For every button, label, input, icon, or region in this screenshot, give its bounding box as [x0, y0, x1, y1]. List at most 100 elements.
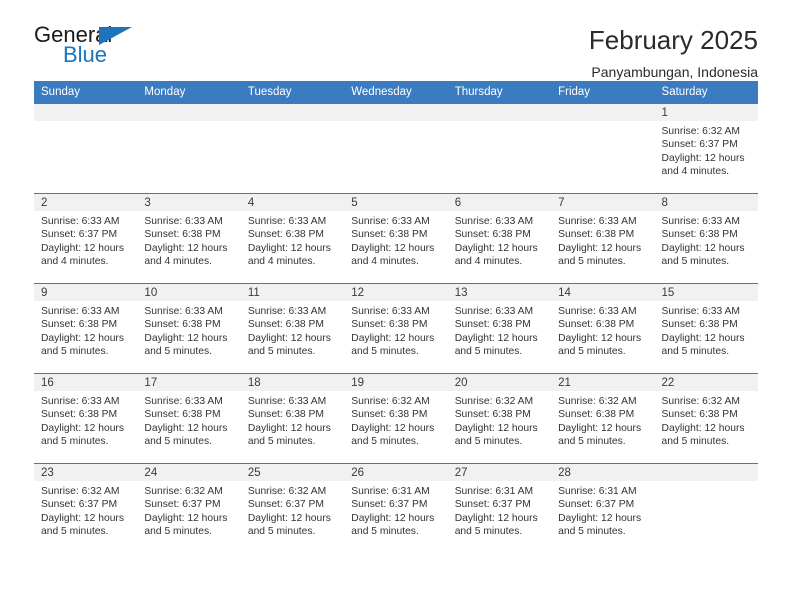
day-sun-info: Sunrise: 6:33 AM Sunset: 6:37 PM Daylight:… — [34, 211, 137, 268]
day-sun-info: Sunrise: 6:32 AM Sunset: 6:37 PM Daylight:… — [34, 481, 137, 538]
day-sun-info: Sunrise: 6:33 AM Sunset: 6:38 PM Daylight:… — [34, 391, 137, 448]
day-sun-info: Sunrise: 6:32 AM Sunset: 6:37 PM Daylight:… — [137, 481, 240, 538]
weekday-header-sunday: Sunday — [34, 81, 138, 104]
calendar-day-cell[interactable]: 10 Sunrise: 6:33 AM Sunset: 6:38 PM Dayligh… — [137, 283, 241, 374]
day-daylight-line2-text: and 5 minutes. — [144, 525, 212, 537]
day-daylight-line2-text: and 5 minutes. — [454, 345, 523, 357]
day-sunset-text: Sunset: 6:38 PM — [454, 409, 531, 421]
calendar-cell-empty — [34, 103, 138, 194]
day-daylight-line1-text: Daylight: 12 hours — [351, 512, 435, 524]
day-daylight-line2-text: and 5 minutes. — [41, 435, 109, 447]
calendar-week-row: 23 Sunrise: 6:32 AM Sunset: 6:37 PM Dayligh… — [34, 463, 758, 554]
day-sunrise-text: Sunrise: 6:31 AM — [454, 486, 534, 497]
day-daylight-line2-text: and 4 minutes. — [247, 255, 316, 267]
weekday-header-row: Sunday Monday Tuesday Wednesday Thursday Frid… — [34, 81, 758, 104]
day-daylight-line2-text: and 4 minutes. — [351, 255, 419, 267]
day-daylight-line1-text: Daylight: 12 hours — [454, 332, 538, 344]
day-sun-info: Sunrise: 6:33 AM Sunset: 6:38 PM Daylight:… — [551, 211, 654, 268]
day-number: 21 — [551, 374, 655, 391]
calendar-day-cell[interactable]: 25 Sunrise: 6:32 AM Sunset: 6:37 PM Dayligh… — [240, 463, 345, 554]
calendar-day-cell[interactable]: 7 Sunrise: 6:33 AM Sunset: 6:38 PM Daylight… — [551, 193, 655, 284]
day-daylight-line2-text: and 4 minutes. — [454, 255, 523, 267]
day-sunrise-text: Sunrise: 6:33 AM — [454, 216, 534, 227]
calendar-day-cell[interactable]: 14 Sunrise: 6:33 AM Sunset: 6:38 PM Dayligh… — [551, 283, 655, 374]
calendar-day-cell[interactable]: 5 Sunrise: 6:33 AM Sunset: 6:38 PM Daylight… — [344, 193, 448, 284]
day-sun-info: Sunrise: 6:33 AM Sunset: 6:38 PM Daylight:… — [137, 211, 240, 268]
calendar-day-cell[interactable]: 21 Sunrise: 6:32 AM Sunset: 6:38 PM Dayligh… — [551, 373, 655, 464]
day-daylight-line1-text: Daylight: 12 hours — [247, 242, 331, 254]
calendar-day-cell[interactable]: 20 Sunrise: 6:32 AM Sunset: 6:38 PM Dayligh… — [447, 373, 552, 464]
calendar-day-cell[interactable]: 13 Sunrise: 6:33 AM Sunset: 6:38 PM Dayligh… — [447, 283, 552, 374]
calendar-day-cell[interactable]: 3 Sunrise: 6:33 AM Sunset: 6:38 PM Daylight… — [137, 193, 241, 284]
calendar-day-cell[interactable]: 16 Sunrise: 6:33 AM Sunset: 6:38 PM Dayligh… — [34, 373, 138, 464]
day-sunrise-text: Sunrise: 6:33 AM — [41, 306, 120, 317]
day-number: 14 — [551, 284, 655, 301]
day-daylight-line2-text: and 5 minutes. — [661, 435, 730, 447]
day-daylight-line1-text: Daylight: 12 hours — [661, 332, 745, 344]
day-daylight-line1-text: Daylight: 12 hours — [41, 512, 124, 524]
day-sunset-text: Sunset: 6:38 PM — [351, 319, 428, 331]
day-daylight-line2-text: and 5 minutes. — [247, 525, 316, 537]
day-daylight-line1-text: Daylight: 12 hours — [558, 242, 642, 254]
day-number — [447, 104, 552, 121]
weekday-header-tuesday: Tuesday — [240, 81, 345, 104]
calendar-day-cell[interactable]: 15 Sunrise: 6:33 AM Sunset: 6:38 PM Dayligh… — [654, 283, 758, 374]
general-blue-logo[interactable]: General Blue — [34, 24, 149, 76]
calendar-day-cell[interactable]: 11 Sunrise: 6:33 AM Sunset: 6:38 PM Dayligh… — [240, 283, 345, 374]
day-sunrise-text: Sunrise: 6:32 AM — [351, 396, 430, 407]
day-number: 12 — [344, 284, 448, 301]
calendar-day-cell[interactable]: 2 Sunrise: 6:33 AM Sunset: 6:37 PM Daylight… — [34, 193, 138, 284]
calendar-day-cell[interactable]: 6 Sunrise: 6:33 AM Sunset: 6:38 PM Daylight… — [447, 193, 552, 284]
calendar-day-cell[interactable]: 4 Sunrise: 6:33 AM Sunset: 6:38 PM Daylight… — [240, 193, 345, 284]
day-sunset-text: Sunset: 6:38 PM — [144, 409, 221, 421]
day-daylight-line1-text: Daylight: 12 hours — [558, 422, 642, 434]
day-sunrise-text: Sunrise: 6:33 AM — [558, 216, 637, 227]
calendar-day-cell[interactable]: 9 Sunrise: 6:33 AM Sunset: 6:38 PM Daylight… — [34, 283, 138, 374]
day-sunrise-text: Sunrise: 6:33 AM — [247, 216, 327, 227]
day-sun-info: Sunrise: 6:33 AM Sunset: 6:38 PM Daylight:… — [34, 301, 137, 358]
calendar-day-cell[interactable]: 19 Sunrise: 6:32 AM Sunset: 6:38 PM Dayligh… — [344, 373, 448, 464]
day-sunset-text: Sunset: 6:38 PM — [41, 409, 118, 421]
day-sunset-text: Sunset: 6:38 PM — [351, 229, 428, 241]
calendar-day-cell[interactable]: 8 Sunrise: 6:33 AM Sunset: 6:38 PM Daylight… — [654, 193, 758, 284]
day-sunset-text: Sunset: 6:38 PM — [454, 319, 531, 331]
day-sunset-text: Sunset: 6:37 PM — [41, 229, 118, 241]
day-number — [137, 104, 241, 121]
day-daylight-line1-text: Daylight: 12 hours — [558, 512, 642, 524]
day-sun-info: Sunrise: 6:33 AM Sunset: 6:38 PM Daylight:… — [241, 301, 344, 358]
calendar-day-cell[interactable]: 26 Sunrise: 6:31 AM Sunset: 6:37 PM Dayligh… — [344, 463, 448, 554]
day-number: 3 — [137, 194, 241, 211]
day-daylight-line1-text: Daylight: 12 hours — [351, 422, 435, 434]
day-daylight-line2-text: and 5 minutes. — [247, 345, 316, 357]
day-daylight-line1-text: Daylight: 12 hours — [144, 242, 228, 254]
day-daylight-line2-text: and 5 minutes. — [558, 435, 626, 447]
day-daylight-line2-text: and 5 minutes. — [351, 525, 419, 537]
page-title: February 2025 — [588, 25, 758, 55]
day-number: 22 — [654, 374, 758, 391]
day-number: 15 — [654, 284, 758, 301]
day-daylight-line2-text: and 4 minutes. — [41, 255, 109, 267]
day-daylight-line1-text: Daylight: 12 hours — [661, 152, 745, 164]
weekday-header-monday: Monday — [137, 81, 241, 104]
calendar-day-cell[interactable]: 18 Sunrise: 6:33 AM Sunset: 6:38 PM Dayligh… — [240, 373, 345, 464]
day-sunrise-text: Sunrise: 6:33 AM — [144, 396, 223, 407]
day-sunset-text: Sunset: 6:38 PM — [247, 319, 324, 331]
day-number: 25 — [240, 464, 345, 481]
calendar-grid: Sunday Monday Tuesday Wednesday Thursday Frid… — [34, 81, 758, 554]
day-number: 11 — [240, 284, 345, 301]
calendar-day-cell[interactable]: 23 Sunrise: 6:32 AM Sunset: 6:37 PM Dayligh… — [34, 463, 138, 554]
day-sun-info: Sunrise: 6:32 AM Sunset: 6:38 PM Daylight:… — [551, 391, 654, 448]
day-number: 27 — [447, 464, 552, 481]
calendar-day-cell[interactable]: 22 Sunrise: 6:32 AM Sunset: 6:38 PM Dayligh… — [654, 373, 758, 464]
day-daylight-line1-text: Daylight: 12 hours — [247, 422, 331, 434]
calendar-day-cell[interactable]: 12 Sunrise: 6:33 AM Sunset: 6:38 PM Dayligh… — [344, 283, 448, 374]
day-sun-info: Sunrise: 6:32 AM Sunset: 6:38 PM Daylight:… — [448, 391, 551, 448]
calendar-day-cell[interactable]: 24 Sunrise: 6:32 AM Sunset: 6:37 PM Dayligh… — [137, 463, 241, 554]
day-daylight-line1-text: Daylight: 12 hours — [351, 332, 435, 344]
calendar-day-cell[interactable]: 1 Sunrise: 6:32 AM Sunset: 6:37 PM Daylight… — [654, 103, 758, 194]
day-sun-info: Sunrise: 6:32 AM Sunset: 6:37 PM Daylight:… — [655, 121, 758, 178]
calendar-day-cell[interactable]: 28 Sunrise: 6:31 AM Sunset: 6:37 PM Dayligh… — [551, 463, 655, 554]
calendar-day-cell[interactable]: 27 Sunrise: 6:31 AM Sunset: 6:37 PM Dayligh… — [447, 463, 552, 554]
day-daylight-line1-text: Daylight: 12 hours — [558, 332, 642, 344]
calendar-day-cell[interactable]: 17 Sunrise: 6:33 AM Sunset: 6:38 PM Dayligh… — [137, 373, 241, 464]
